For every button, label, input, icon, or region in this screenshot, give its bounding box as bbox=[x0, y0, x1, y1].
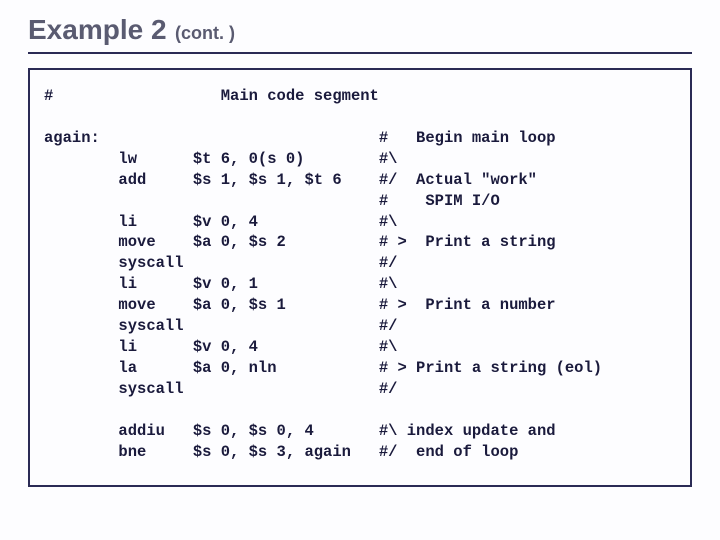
title-bar: Example 2 (cont. ) bbox=[28, 14, 692, 54]
slide-subtitle: (cont. ) bbox=[175, 23, 235, 43]
slide-title: Example 2 bbox=[28, 14, 167, 45]
slide: Example 2 (cont. ) # Main code segment a… bbox=[0, 0, 720, 540]
code-box: # Main code segment again: # Begin main … bbox=[28, 68, 692, 487]
code-listing: # Main code segment again: # Begin main … bbox=[44, 86, 672, 463]
